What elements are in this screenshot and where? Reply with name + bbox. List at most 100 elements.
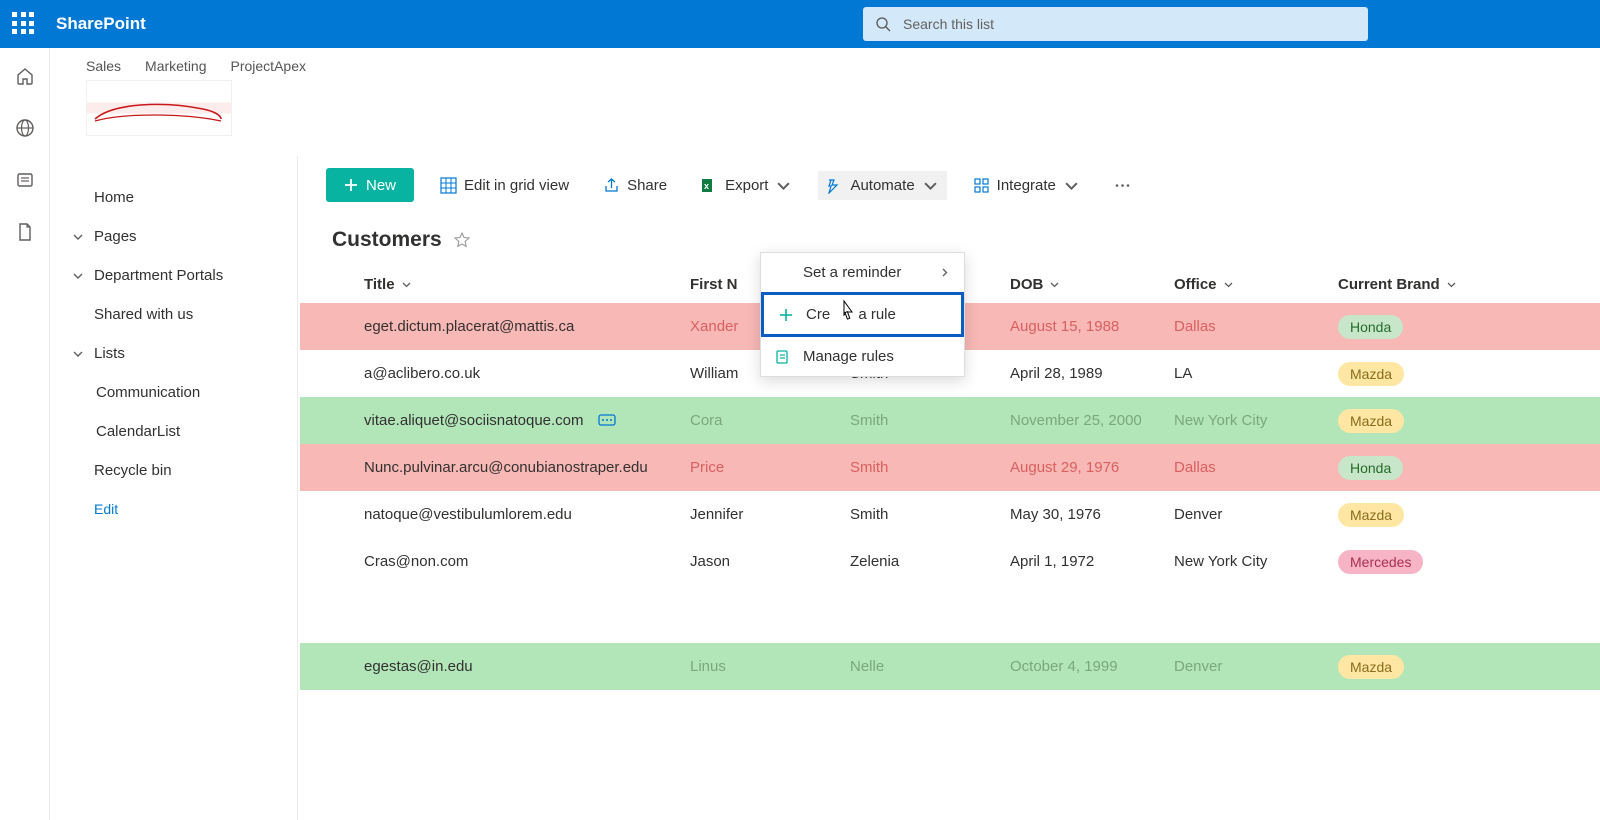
more-button[interactable] — [1106, 171, 1139, 200]
nav-calendarlist[interactable]: CalendarList — [68, 412, 279, 451]
cell-office: Dallas — [1174, 318, 1338, 335]
col-title[interactable]: Title — [364, 276, 690, 293]
breadcrumb-marketing[interactable]: Marketing — [145, 58, 206, 74]
automate-label: Automate — [850, 177, 914, 194]
breadcrumb-sales[interactable]: Sales — [86, 58, 121, 74]
edit-grid-button[interactable]: Edit in grid view — [432, 171, 577, 200]
automate-button[interactable]: Automate — [818, 171, 946, 200]
nav-communication[interactable]: Communication — [68, 373, 279, 412]
table-row[interactable]: Cras@non.com Jason Zelenia April 1, 1972… — [300, 538, 1600, 585]
ellipsis-icon — [1114, 177, 1131, 194]
table-row[interactable]: vitae.aliquet@sociisnatoque.com Cora Smi… — [300, 397, 1600, 444]
svg-text:x: x — [704, 181, 709, 191]
list-title: Customers — [332, 228, 442, 252]
integrate-button[interactable]: Integrate — [965, 171, 1088, 200]
cell-last: Nelle — [850, 658, 1010, 675]
dd-manage-rules[interactable]: Manage rules — [761, 337, 964, 376]
cell-first: Price — [690, 459, 850, 476]
dd-create-rule[interactable]: Cre a rule — [761, 292, 964, 337]
cell-first: Jason — [690, 553, 850, 570]
cell-brand: Honda — [1338, 315, 1498, 339]
cell-title: a@aclibero.co.uk — [364, 365, 480, 382]
nav-shared[interactable]: Shared with us — [68, 295, 279, 334]
left-nav: Home Pages Department Portals Shared wit… — [50, 156, 298, 820]
favorite-icon[interactable] — [454, 232, 470, 248]
chevron-down-icon — [775, 177, 792, 194]
app-launcher-icon[interactable] — [12, 12, 36, 36]
new-button-label: New — [366, 177, 396, 194]
site-logo[interactable] — [86, 80, 232, 136]
integrate-icon — [973, 177, 990, 194]
cell-title: Cras@non.com — [364, 553, 468, 570]
app-rail — [0, 48, 50, 820]
nav-home[interactable]: Home — [68, 178, 279, 217]
home-icon[interactable] — [15, 66, 35, 86]
cell-dob: August 29, 1976 — [1010, 459, 1174, 476]
file-icon[interactable] — [15, 222, 35, 242]
chevron-down-icon — [401, 279, 412, 290]
cell-last: Smith — [850, 459, 1010, 476]
table-row[interactable]: Nunc.pulvinar.arcu@conubianostraper.edu … — [300, 444, 1600, 491]
breadcrumb-project[interactable]: ProjectApex — [231, 58, 306, 74]
nav-home-label: Home — [94, 189, 134, 206]
empty-gap — [300, 585, 1600, 643]
cell-office: Denver — [1174, 506, 1338, 523]
cell-brand: Mazda — [1338, 655, 1498, 679]
cell-dob: April 28, 1989 — [1010, 365, 1174, 382]
plus-icon — [344, 178, 358, 192]
nav-recycle[interactable]: Recycle bin — [68, 451, 279, 490]
cell-first: Cora — [690, 412, 850, 429]
cell-brand: Honda — [1338, 456, 1498, 480]
search-input[interactable] — [903, 16, 1356, 32]
export-button[interactable]: x Export — [693, 171, 800, 200]
brand-name[interactable]: SharePoint — [56, 14, 146, 34]
nav-pages-label: Pages — [94, 228, 137, 245]
cell-office: LA — [1174, 365, 1338, 382]
cell-dob: April 1, 1972 — [1010, 553, 1174, 570]
cell-brand: Mazda — [1338, 409, 1498, 433]
cell-first: Linus — [690, 658, 850, 675]
chevron-down-icon — [1063, 177, 1080, 194]
new-button[interactable]: New — [326, 168, 414, 202]
nav-edit-label: Edit — [94, 501, 118, 517]
nav-edit[interactable]: Edit — [68, 490, 279, 528]
export-label: Export — [725, 177, 768, 194]
col-office[interactable]: Office — [1174, 276, 1338, 293]
nav-lists-label: Lists — [94, 345, 125, 362]
cell-office: New York City — [1174, 553, 1338, 570]
suite-bar: SharePoint — [0, 0, 1600, 48]
cell-brand: Mercedes — [1338, 550, 1498, 574]
cell-office: Denver — [1174, 658, 1338, 675]
nav-pages[interactable]: Pages — [68, 217, 279, 256]
breadcrumb: Sales Marketing ProjectApex — [86, 58, 1564, 74]
cell-dob: May 30, 1976 — [1010, 506, 1174, 523]
grid-icon — [440, 177, 457, 194]
integrate-label: Integrate — [997, 177, 1056, 194]
chevron-down-icon — [72, 231, 84, 243]
nav-comm-label: Communication — [96, 384, 200, 401]
cell-last: Smith — [850, 412, 1010, 429]
dd-reminder-label: Set a reminder — [803, 264, 901, 281]
dd-set-reminder[interactable]: Set a reminder — [761, 253, 964, 292]
nav-dept[interactable]: Department Portals — [68, 256, 279, 295]
comment-icon[interactable] — [598, 414, 616, 428]
table-row[interactable]: natoque@vestibulumlorem.edu Jennifer Smi… — [300, 491, 1600, 538]
col-brand[interactable]: Current Brand — [1338, 276, 1498, 293]
cell-title: eget.dictum.placerat@mattis.ca — [364, 318, 574, 335]
news-icon[interactable] — [15, 170, 35, 190]
chevron-down-icon — [1223, 279, 1234, 290]
search-icon — [875, 16, 891, 32]
cursor-icon — [838, 299, 858, 323]
col-dob[interactable]: DOB — [1010, 276, 1174, 293]
table-row[interactable]: egestas@in.edu Linus Nelle October 4, 19… — [300, 643, 1600, 690]
cell-title: Nunc.pulvinar.arcu@conubianostraper.edu — [364, 459, 648, 476]
cell-brand: Mazda — [1338, 362, 1498, 386]
share-button[interactable]: Share — [595, 171, 675, 200]
nav-lists[interactable]: Lists — [68, 334, 279, 373]
globe-icon[interactable] — [15, 118, 35, 138]
search-box[interactable] — [863, 7, 1368, 41]
chevron-down-icon — [72, 270, 84, 282]
dd-manage-label: Manage rules — [803, 348, 894, 365]
edit-grid-label: Edit in grid view — [464, 177, 569, 194]
cell-first: Jennifer — [690, 506, 850, 523]
